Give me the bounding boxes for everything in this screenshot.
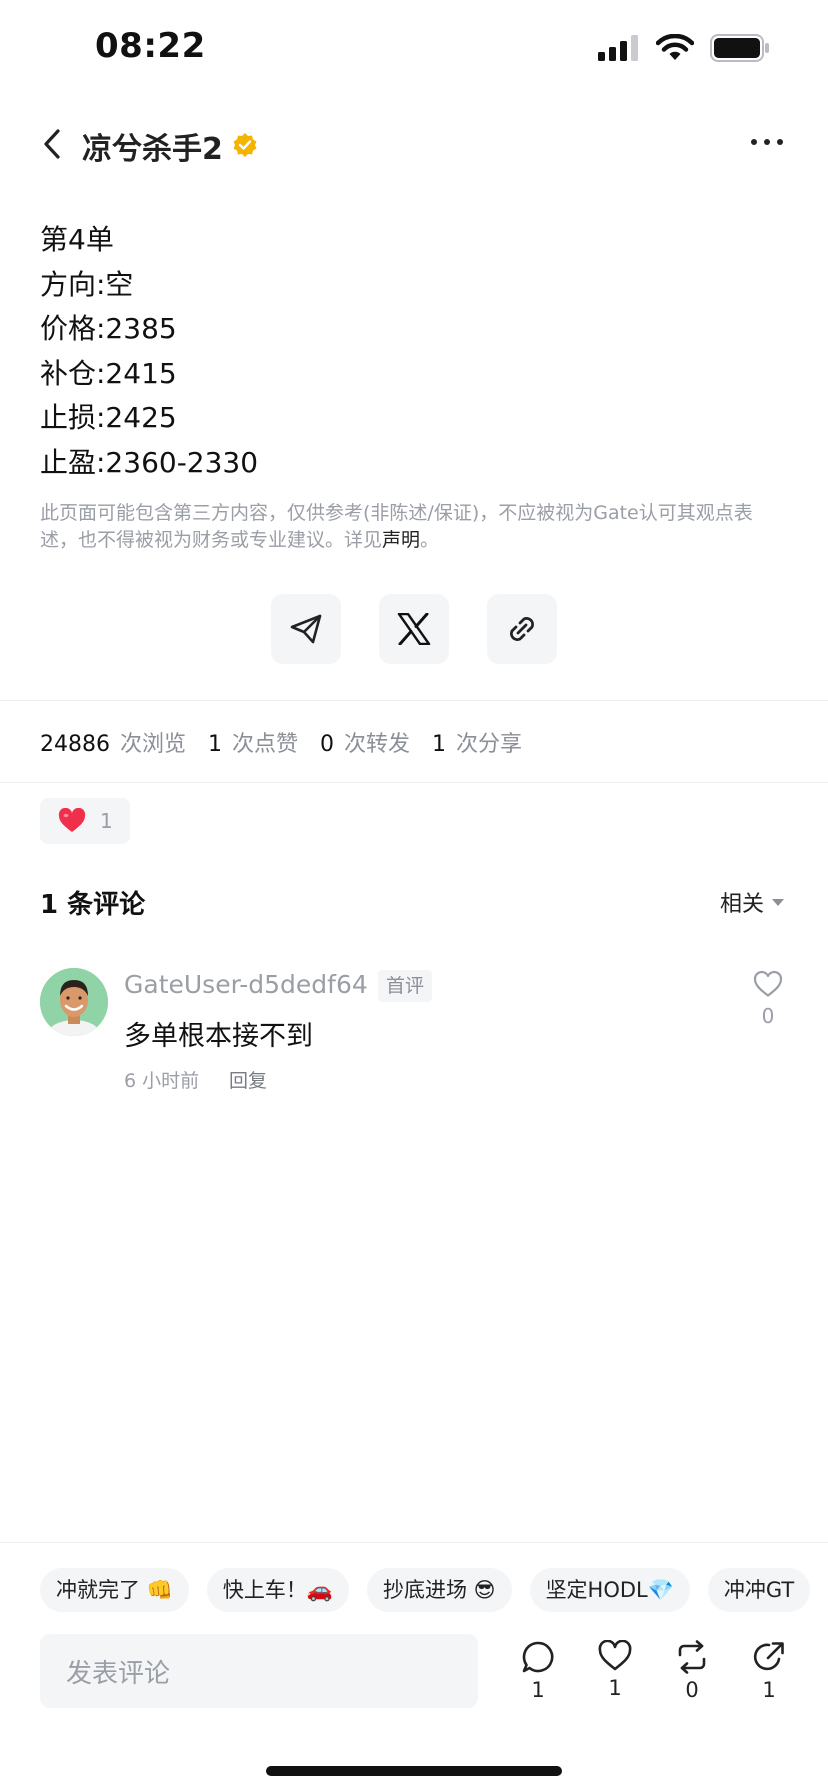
heart-filled-icon	[58, 808, 86, 832]
caret-down-icon	[772, 898, 784, 906]
comments-title: 1 条评论	[40, 890, 146, 920]
first-comment-badge: 首评	[378, 970, 433, 1002]
disclaimer-link[interactable]: 声明	[382, 529, 420, 551]
more-dot-icon	[764, 139, 770, 145]
sort-label: 相关	[719, 892, 764, 917]
share-action-button[interactable]: 1	[747, 1640, 791, 1702]
share-arrow-icon	[753, 1642, 784, 1671]
post-line: 止盈:2360-2330	[40, 445, 259, 479]
wifi-icon	[656, 34, 694, 60]
quick-reply-chip[interactable]: 冲冲GT	[707, 1568, 811, 1612]
views-label: 次浏览	[120, 732, 187, 757]
comment-time: 6 小时前	[124, 1070, 200, 1092]
home-indicator	[266, 1766, 562, 1776]
comment-like-button[interactable]: 0	[748, 970, 788, 1028]
comment-input-placeholder: 发表评论	[66, 1658, 171, 1689]
avatar[interactable]	[40, 968, 108, 1036]
divider	[0, 700, 828, 701]
link-icon	[510, 617, 534, 641]
post-line: 止损:2425	[40, 401, 177, 434]
battery-icon	[710, 34, 769, 62]
share-x-button[interactable]	[379, 594, 449, 664]
more-dot-icon	[751, 139, 757, 145]
post-content: 第4单 方向:空 价格:2385 补仓:2415 止损:2425 止盈:2360…	[40, 218, 800, 485]
more-dot-icon	[777, 139, 783, 145]
comment-username[interactable]: GateUser-d5dedf64	[124, 970, 368, 999]
comments-action-count: 1	[531, 1678, 545, 1702]
shares-label: 次分享	[456, 732, 523, 757]
disclaimer-suffix: 。	[420, 529, 440, 551]
share-telegram-button[interactable]	[271, 594, 341, 664]
repost-action-count: 0	[685, 1678, 699, 1702]
comments-action-button[interactable]: 1	[516, 1640, 560, 1702]
post-line: 价格:2385	[40, 312, 177, 345]
comment-input[interactable]: 发表评论	[40, 1634, 478, 1708]
repost-action-button[interactable]: 0	[670, 1640, 714, 1702]
divider	[0, 1542, 828, 1543]
post-stats: 24886 次浏览 1 次点赞 0 次转发 1 次分享	[40, 726, 544, 758]
likes-count: 1	[208, 732, 223, 757]
comment-text: 多单根本接不到	[124, 1021, 313, 1052]
heart-outline-icon	[753, 970, 783, 997]
status-time: 08:22	[95, 26, 206, 66]
reaction-count: 1	[100, 809, 113, 833]
likes-label: 次点赞	[232, 732, 299, 757]
comment-reply-button[interactable]: 回复	[229, 1066, 267, 1093]
quick-reply-chips: 冲就完了 👊 快上车！🚗 抄底进场 😎 坚定HODL💎 冲冲GT	[40, 1568, 811, 1612]
more-options-button[interactable]	[742, 122, 792, 162]
reposts-count: 0	[320, 732, 335, 757]
chevron-left-icon	[44, 129, 60, 159]
quick-reply-chip[interactable]: 坚定HODL💎	[529, 1568, 690, 1612]
share-action-count: 1	[762, 1678, 776, 1702]
copy-link-button[interactable]	[487, 594, 557, 664]
divider	[0, 782, 828, 783]
post-header: 凉兮杀手2	[0, 110, 828, 180]
quick-reply-chip[interactable]: 冲就完了 👊	[40, 1568, 189, 1612]
telegram-icon	[290, 614, 322, 644]
quick-reply-chip[interactable]: 快上车！🚗	[206, 1568, 349, 1612]
user-avatar-icon	[40, 968, 108, 1036]
author-name[interactable]: 凉兮杀手2	[82, 124, 223, 168]
shares-count: 1	[432, 732, 447, 757]
post-detail-page: 08:22 凉兮杀手2 第4单 方向:空 价格:2385 补仓:2415 止损:…	[0, 0, 828, 1792]
comment-bubble-icon	[522, 1641, 554, 1673]
disclaimer: 此页面可能包含第三方内容，仅供参考(非陈述/保证)，不应被视为Gate认可其观点…	[40, 500, 780, 554]
post-line: 第4单	[40, 223, 114, 256]
views-count: 24886	[40, 732, 110, 757]
status-bar: 08:22	[0, 0, 828, 100]
share-buttons	[271, 594, 557, 664]
verified-badge-icon	[233, 133, 257, 157]
post-line: 方向:空	[40, 267, 134, 301]
quick-reply-chip[interactable]: 抄底进场 😎	[366, 1568, 512, 1612]
status-icons	[598, 34, 770, 62]
comment-like-count: 0	[761, 1004, 775, 1028]
heart-outline-icon	[598, 1640, 632, 1671]
cellular-signal-icon	[598, 35, 638, 61]
heart-reaction-button[interactable]: 1	[40, 798, 130, 844]
repost-icon	[678, 1640, 706, 1674]
like-action-count: 1	[608, 1676, 622, 1700]
comment-sort-dropdown[interactable]: 相关	[720, 886, 784, 918]
like-action-button[interactable]: 1	[593, 1640, 637, 1700]
reposts-label: 次转发	[344, 732, 411, 757]
x-logo-icon	[397, 613, 431, 645]
post-line: 补仓:2415	[40, 356, 177, 390]
back-button[interactable]	[32, 124, 72, 164]
